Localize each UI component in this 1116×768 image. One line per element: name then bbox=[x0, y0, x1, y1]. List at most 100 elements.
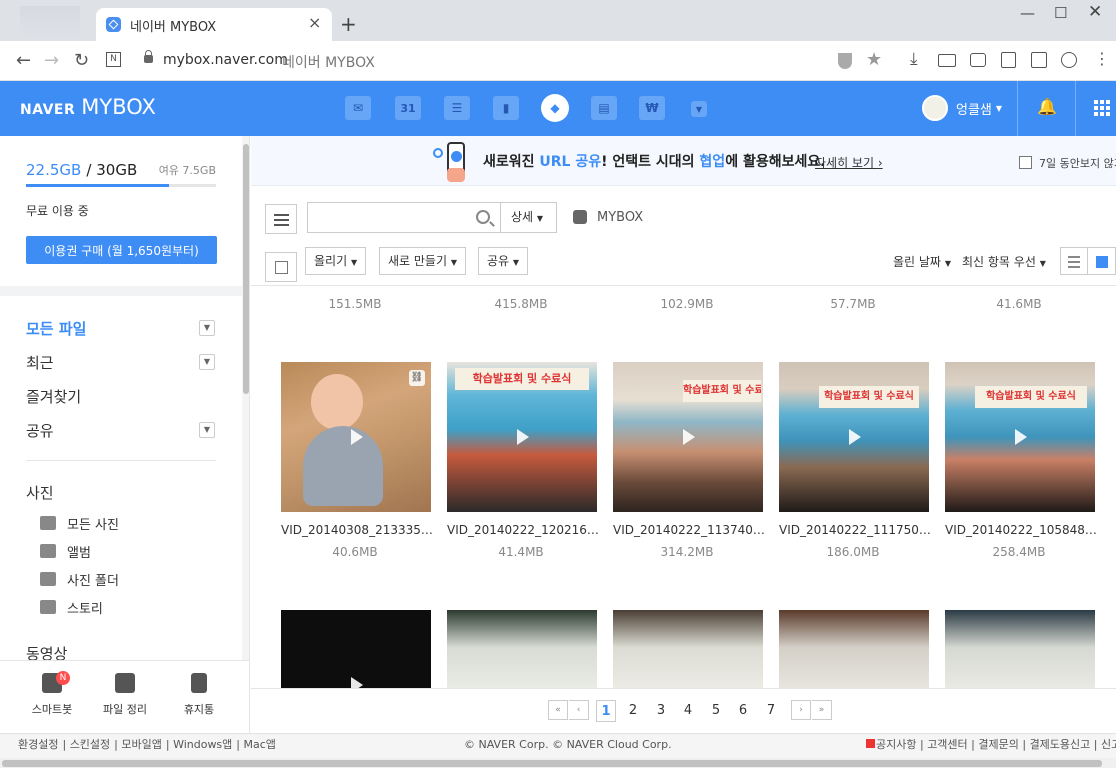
shield-icon[interactable] bbox=[838, 53, 852, 69]
contacts-icon[interactable]: ▮ bbox=[493, 96, 519, 120]
naver-whale-icon[interactable]: N bbox=[106, 52, 121, 67]
footer-link[interactable]: 환경설정 bbox=[18, 738, 58, 751]
grid-view-button[interactable] bbox=[1088, 247, 1116, 275]
video-thumbnail-phone-4[interactable] bbox=[945, 610, 1095, 688]
search-input[interactable] bbox=[307, 202, 501, 233]
hide-banner-checkbox[interactable] bbox=[1019, 156, 1032, 169]
page-3[interactable]: 3 bbox=[651, 700, 671, 722]
file-cleanup-button[interactable]: 파일 정리 bbox=[95, 673, 155, 717]
back-icon[interactable]: ← bbox=[16, 50, 31, 71]
sidebar-item-shared[interactable]: 공유 bbox=[26, 420, 54, 441]
footer-link[interactable]: 결제도용신고 bbox=[1030, 738, 1091, 751]
chevron-down-icon[interactable]: ▼ bbox=[199, 320, 215, 336]
forward-icon[interactable]: → bbox=[44, 50, 59, 71]
chevron-down-icon[interactable]: ▼ bbox=[199, 422, 215, 438]
sort-by-dropdown[interactable]: 올린 날짜 ▼ bbox=[893, 253, 951, 270]
video-thumbnail-baby[interactable]: ⛓ bbox=[281, 362, 431, 512]
file-name[interactable]: VID_20140222_111750.mp4 bbox=[779, 523, 931, 537]
video-icon[interactable] bbox=[938, 54, 956, 67]
page-7[interactable]: 7 bbox=[761, 700, 781, 722]
create-new-button[interactable]: 새로 만들기 ▼ bbox=[379, 247, 466, 275]
more-menu-icon[interactable]: ⋮ bbox=[1094, 49, 1110, 68]
menu-toggle-button[interactable] bbox=[265, 204, 297, 234]
breadcrumb[interactable]: MYBOX bbox=[597, 210, 643, 225]
page-6[interactable]: 6 bbox=[733, 700, 753, 722]
page-4[interactable]: 4 bbox=[678, 700, 698, 722]
pay-icon[interactable]: ₩ bbox=[639, 96, 665, 120]
footer-link[interactable]: 공지사항 bbox=[876, 738, 916, 751]
user-menu[interactable]: 엉클샘 ▼ bbox=[922, 94, 1002, 122]
new-tab-button[interactable]: + bbox=[340, 12, 357, 36]
calendar-icon[interactable]: 31 bbox=[395, 96, 421, 120]
sidebar-item-recent[interactable]: 최근 bbox=[26, 352, 54, 373]
upload-button[interactable]: 올리기 ▼ bbox=[305, 247, 367, 275]
select-all-checkbox[interactable] bbox=[265, 252, 297, 282]
banner-more-link[interactable]: 자세히 보기 › bbox=[815, 154, 883, 171]
first-page-icon[interactable]: « bbox=[548, 700, 568, 720]
sidebar-item-favorites[interactable]: 즐겨찾기 bbox=[26, 386, 81, 407]
sidebar-toggle-icon[interactable] bbox=[1031, 52, 1047, 68]
minimize-icon[interactable]: — bbox=[1020, 4, 1035, 22]
video-thumbnail-phone-1[interactable] bbox=[447, 610, 597, 688]
memo-icon[interactable]: ▤ bbox=[591, 96, 617, 120]
sort-order-dropdown[interactable]: 최신 항목 우선 ▼ bbox=[962, 253, 1046, 270]
mybox-cube-icon[interactable]: ◆ bbox=[541, 94, 569, 122]
sidebar-item-all-files[interactable]: 모든 파일 bbox=[26, 318, 86, 339]
reader-icon[interactable] bbox=[1001, 52, 1016, 68]
mail-icon[interactable]: ✉ bbox=[345, 96, 371, 120]
file-name[interactable]: VID_20140222_105848.mp4 bbox=[945, 523, 1097, 537]
video-thumbnail-dark[interactable] bbox=[281, 610, 431, 688]
sidebar-item-albums[interactable]: 앨범 bbox=[40, 542, 91, 561]
next-page-icon[interactable]: › bbox=[791, 700, 811, 720]
file-name[interactable]: VID_20140222_113740.mp4 bbox=[613, 523, 765, 537]
sidebar-item-story[interactable]: 스토리 bbox=[40, 598, 103, 617]
search-icon[interactable] bbox=[476, 210, 490, 224]
page-5[interactable]: 5 bbox=[706, 700, 726, 722]
file-name[interactable]: VID_20140222_120216.mp4 bbox=[447, 523, 599, 537]
more-apps-chevron-icon[interactable]: ▼ bbox=[691, 101, 707, 117]
horizontal-scrollbar[interactable] bbox=[0, 758, 1116, 768]
last-page-icon[interactable]: » bbox=[812, 700, 832, 720]
list-icon[interactable]: ☰ bbox=[444, 96, 470, 120]
prev-page-icon[interactable]: ‹ bbox=[569, 700, 589, 720]
sidebar-section-photos[interactable]: 사진 bbox=[26, 482, 54, 503]
list-view-button[interactable] bbox=[1060, 247, 1088, 275]
maximize-icon[interactable]: ☐ bbox=[1054, 4, 1067, 22]
detail-search-dropdown[interactable]: 상세 ▼ bbox=[501, 202, 557, 233]
buy-plan-button[interactable]: 이용권 구매 (월 1,650원부터) bbox=[26, 236, 217, 264]
profile-icon[interactable] bbox=[1061, 52, 1077, 68]
app-grid-icon[interactable] bbox=[1094, 100, 1110, 116]
footer-link[interactable]: Windows앱 bbox=[173, 738, 232, 751]
download-icon[interactable]: ⤓ bbox=[910, 49, 918, 69]
footer-link[interactable]: 고객센터 bbox=[927, 738, 967, 751]
address-bar[interactable]: mybox.naver.com 네이버 MYBOX bbox=[138, 47, 898, 75]
smartbot-button[interactable]: 스마트봇 bbox=[22, 673, 82, 717]
bell-icon[interactable]: 🔔 bbox=[1037, 97, 1057, 117]
footer-link[interactable]: 모바일앱 bbox=[121, 738, 161, 751]
footer-link[interactable]: 결제문의 bbox=[978, 738, 1018, 751]
footer-link[interactable]: 스킨설정 bbox=[70, 738, 110, 751]
video-thumbnail-stage-4[interactable]: 학습발표회 및 수료식 bbox=[945, 362, 1095, 512]
sidebar-item-all-photos[interactable]: 모든 사진 bbox=[40, 514, 119, 533]
browser-tab[interactable]: 네이버 MYBOX × bbox=[96, 8, 332, 41]
sidebar-item-photo-folders[interactable]: 사진 폴더 bbox=[40, 570, 119, 589]
camera-icon[interactable] bbox=[970, 53, 986, 67]
share-button[interactable]: 공유 ▼ bbox=[478, 247, 529, 275]
hide-banner-label[interactable]: 7일 동안보지 않기 bbox=[1039, 155, 1116, 171]
chevron-down-icon[interactable]: ▼ bbox=[199, 354, 215, 370]
page-1[interactable]: 1 bbox=[596, 700, 616, 722]
video-thumbnail-phone-2[interactable] bbox=[613, 610, 763, 688]
video-thumbnail-stage-1[interactable]: 학습발표회 및 수료식 bbox=[447, 362, 597, 512]
file-name[interactable]: VID_20140308_213335.mp4 bbox=[281, 523, 433, 537]
sidebar-scrollbar[interactable] bbox=[242, 136, 249, 661]
page-2[interactable]: 2 bbox=[623, 700, 643, 722]
mybox-logo[interactable]: NAVER MYBOX bbox=[20, 95, 156, 119]
video-thumbnail-stage-3[interactable]: 학습발표회 및 수료식 bbox=[779, 362, 929, 512]
video-thumbnail-phone-3[interactable] bbox=[779, 610, 929, 688]
video-thumbnail-stage-2[interactable]: 학습발표회 및 수료식 bbox=[613, 362, 763, 512]
trash-button[interactable]: 휴지통 bbox=[169, 673, 229, 717]
close-tab-icon[interactable]: × bbox=[308, 13, 321, 32]
window-close-icon[interactable]: ✕ bbox=[1088, 2, 1102, 22]
footer-link[interactable]: 신고하기 bbox=[1101, 738, 1116, 751]
reload-icon[interactable]: ↻ bbox=[74, 50, 89, 71]
